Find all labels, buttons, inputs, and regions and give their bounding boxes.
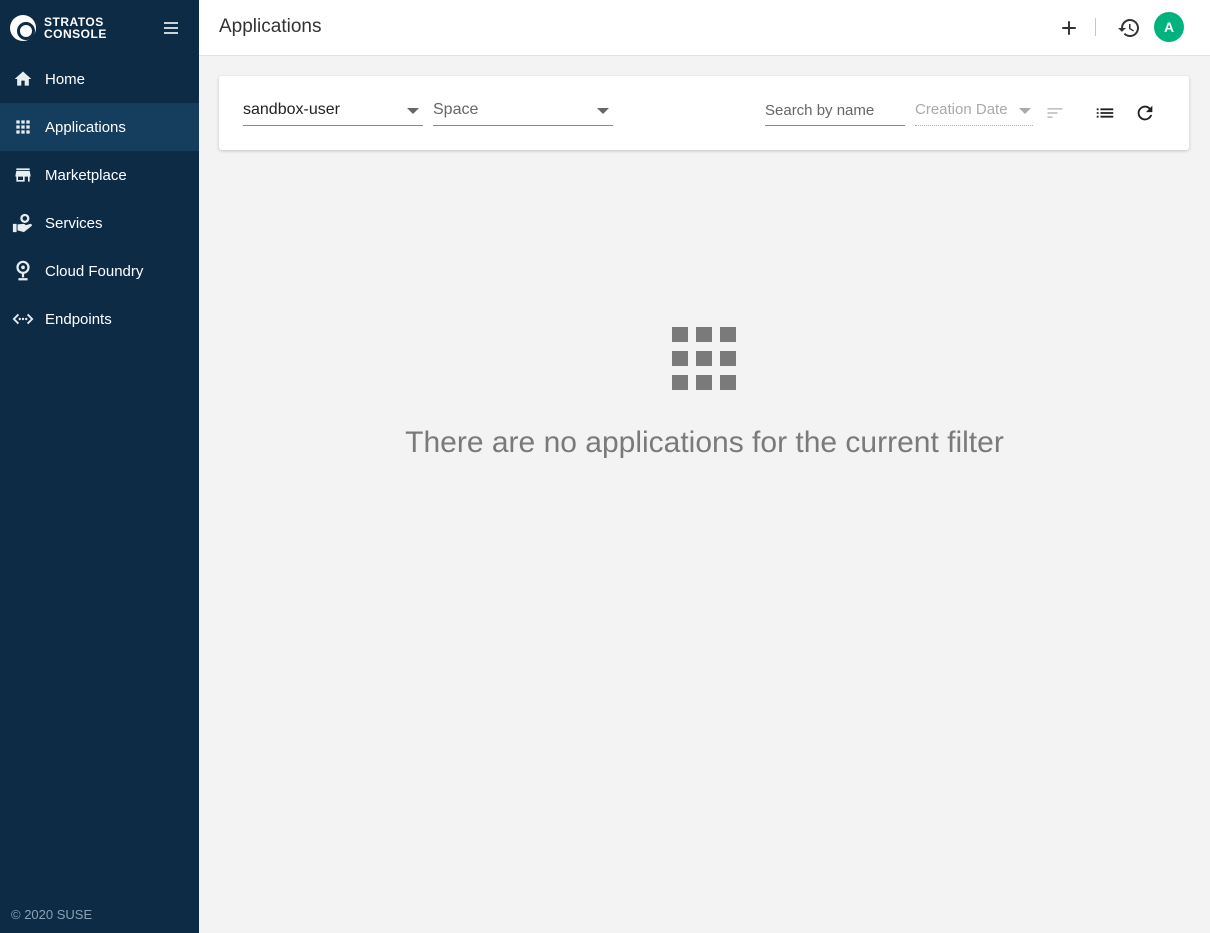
space-select[interactable]: Space xyxy=(433,96,613,126)
org-select-value: sandbox-user xyxy=(243,101,340,118)
sidebar-item-label: Endpoints xyxy=(45,310,112,328)
sidebar-nav: Home Applications Marketplace Services C… xyxy=(0,55,199,343)
services-icon xyxy=(12,212,34,234)
home-icon xyxy=(12,68,34,90)
space-select-placeholder: Space xyxy=(433,101,479,118)
add-icon[interactable] xyxy=(1057,16,1081,40)
search-input[interactable] xyxy=(765,96,905,126)
cloud-foundry-icon xyxy=(12,260,34,282)
sidebar-item-label: Services xyxy=(45,214,103,232)
sidebar-item-cloud-foundry[interactable]: Cloud Foundry xyxy=(0,247,199,295)
sort-select-value: Creation Date xyxy=(915,101,1008,118)
org-select[interactable]: sandbox-user xyxy=(243,96,423,126)
sidebar-item-services[interactable]: Services xyxy=(0,199,199,247)
apps-grid-icon xyxy=(12,116,34,138)
sort-direction-icon[interactable] xyxy=(1043,101,1067,125)
logo-line-2: CONSOLE xyxy=(44,26,107,41)
sort-select[interactable]: Creation Date xyxy=(915,96,1033,126)
chevron-down-icon xyxy=(1019,108,1031,114)
logo-line-1: STRATOS xyxy=(44,14,104,29)
sidebar: STRATOS CONSOLE Home Applications Market… xyxy=(0,0,199,933)
logo-text: STRATOS CONSOLE xyxy=(44,16,107,40)
list-view-icon[interactable] xyxy=(1093,101,1117,125)
refresh-icon[interactable] xyxy=(1133,101,1157,125)
header-divider xyxy=(1095,18,1096,36)
avatar[interactable]: A xyxy=(1154,12,1184,42)
apps-grid-icon xyxy=(672,327,736,390)
empty-state-message: There are no applications for the curren… xyxy=(405,426,1004,459)
sidebar-item-label: Home xyxy=(45,70,86,88)
sidebar-item-endpoints[interactable]: Endpoints xyxy=(0,295,199,343)
sidebar-item-marketplace[interactable]: Marketplace xyxy=(0,151,199,199)
copyright-footer: © 2020 SUSE xyxy=(11,907,93,922)
endpoints-icon xyxy=(12,308,34,330)
top-bar: Applications A xyxy=(199,0,1210,56)
chevron-down-icon xyxy=(407,108,419,114)
sidebar-item-label: Cloud Foundry xyxy=(45,262,144,280)
filter-toolbar: sandbox-user Space Creation Date xyxy=(219,76,1189,150)
history-icon[interactable] xyxy=(1117,16,1141,40)
sidebar-item-applications[interactable]: Applications xyxy=(0,103,199,151)
sidebar-item-home[interactable]: Home xyxy=(0,55,199,103)
page-title: Applications xyxy=(219,16,322,37)
stratos-logo-icon xyxy=(10,14,36,41)
sidebar-item-label: Applications xyxy=(45,118,126,136)
menu-toggle-icon[interactable] xyxy=(160,17,182,39)
chevron-down-icon xyxy=(597,108,609,114)
sidebar-item-label: Marketplace xyxy=(45,166,127,184)
store-icon xyxy=(12,164,34,186)
brand: STRATOS CONSOLE xyxy=(0,0,199,55)
